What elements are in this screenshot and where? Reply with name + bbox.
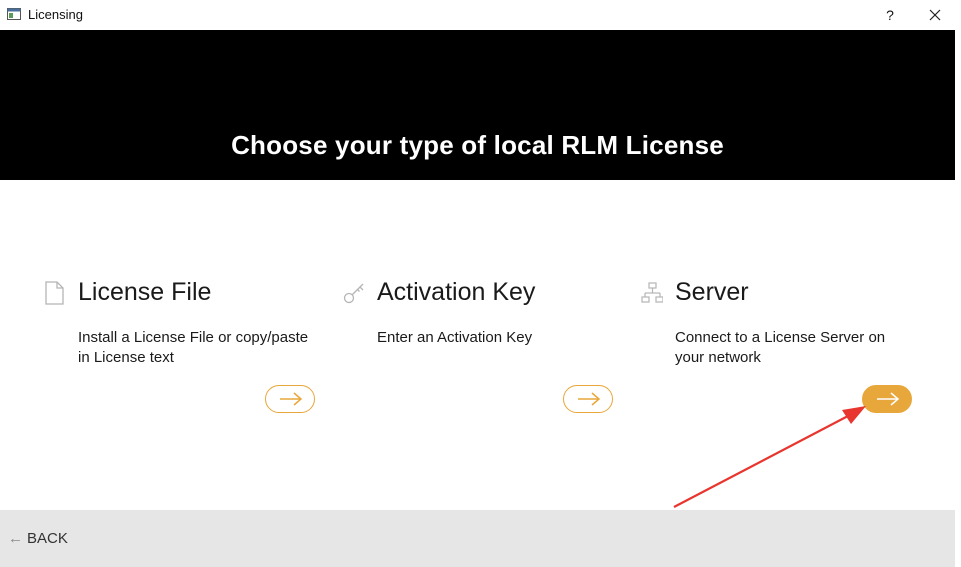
document-icon: [45, 281, 64, 305]
arrow-right-icon: [578, 392, 601, 406]
page-title: Choose your type of local RLM License: [231, 130, 724, 160]
help-button[interactable]: ?: [880, 5, 900, 25]
option-description: Connect to a License Server on your netw…: [675, 329, 886, 366]
option-activation-key: Activation Key Enter an Activation Key: [343, 275, 623, 425]
window-edge: [955, 30, 961, 567]
footer-bar: ← BACK: [0, 510, 955, 567]
option-description: Install a License File or copy/paste in …: [78, 329, 309, 366]
option-heading: Server: [675, 278, 749, 306]
close-icon[interactable]: [924, 5, 946, 25]
back-button[interactable]: ← BACK: [8, 530, 68, 547]
license-file-next-button[interactable]: [265, 385, 315, 413]
server-next-button[interactable]: [862, 385, 912, 413]
header-banner: Choose your type of local RLM License: [0, 30, 961, 180]
title-bar: Licensing ?: [0, 0, 961, 30]
option-description: Enter an Activation Key: [377, 329, 533, 346]
key-icon: [343, 283, 364, 304]
arrow-left-icon: ←: [8, 530, 23, 547]
arrow-right-icon: [877, 392, 900, 406]
option-license-file: License File Install a License File or c…: [44, 275, 324, 425]
activation-key-next-button[interactable]: [563, 385, 613, 413]
arrow-right-icon: [280, 392, 303, 406]
window-title: Licensing: [28, 7, 83, 22]
option-server: Server Connect to a License Server on yo…: [641, 275, 921, 425]
back-label: BACK: [27, 530, 68, 547]
window-icon: [7, 8, 21, 20]
option-heading: License File: [78, 278, 212, 306]
network-icon: [641, 282, 663, 303]
option-heading: Activation Key: [377, 278, 536, 306]
